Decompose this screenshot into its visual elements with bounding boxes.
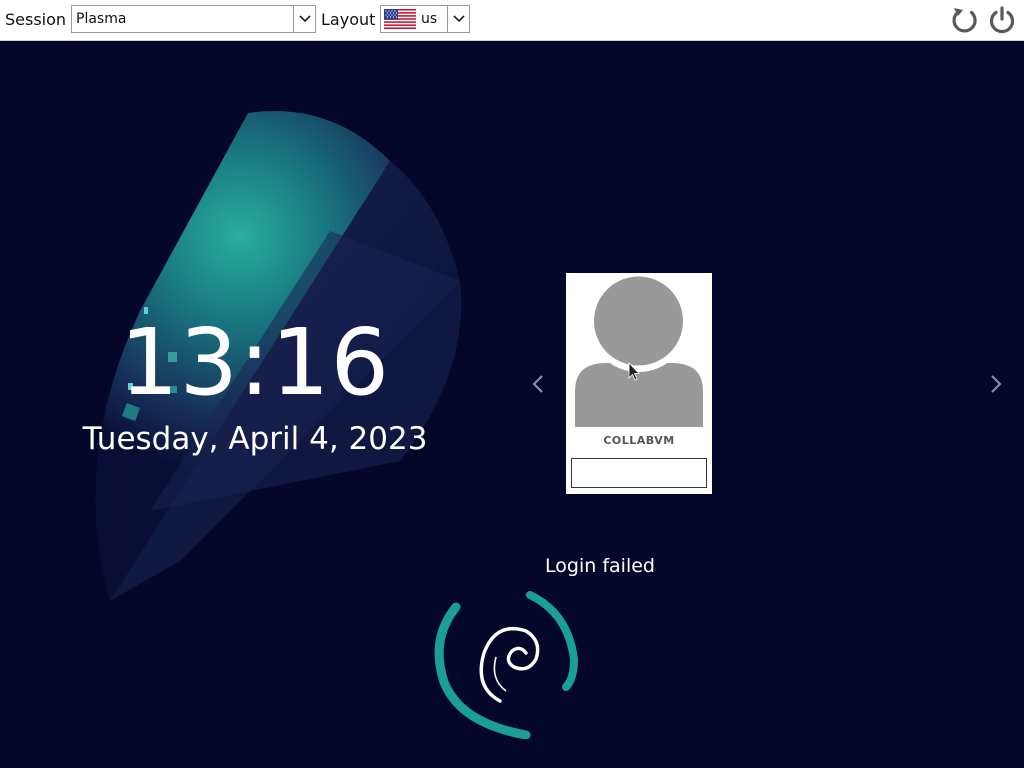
password-field[interactable] (571, 458, 707, 488)
chevron-right-icon[interactable] (989, 373, 1003, 395)
chevron-left-icon[interactable] (531, 373, 545, 395)
session-combobox[interactable]: Plasma (71, 5, 316, 33)
session-label: Session (5, 10, 67, 29)
username-label: COLLABVM (603, 434, 675, 447)
chevron-down-icon[interactable] (447, 6, 469, 32)
layout-value: us (421, 11, 438, 27)
avatar (566, 270, 712, 437)
layout-combobox[interactable]: us (380, 5, 470, 33)
reboot-icon[interactable] (950, 5, 980, 35)
power-icon[interactable] (987, 5, 1017, 35)
layout-label: Layout (321, 10, 376, 29)
login-status-message: Login failed (545, 555, 655, 577)
user-card[interactable]: COLLABVM (566, 270, 712, 494)
clock-date: Tuesday, April 4, 2023 (82, 421, 428, 457)
chevron-down-icon[interactable] (293, 6, 315, 32)
debian-swirl-icon (430, 587, 590, 743)
top-toolbar: Session Plasma Layout us (0, 0, 1024, 41)
us-flag-icon (384, 9, 416, 29)
clock-time: 13:16 (119, 309, 391, 416)
login-screen: 13:16 Tuesday, April 4, 2023 COLLABVM Lo… (0, 41, 1024, 768)
session-value: Plasma (76, 11, 127, 27)
